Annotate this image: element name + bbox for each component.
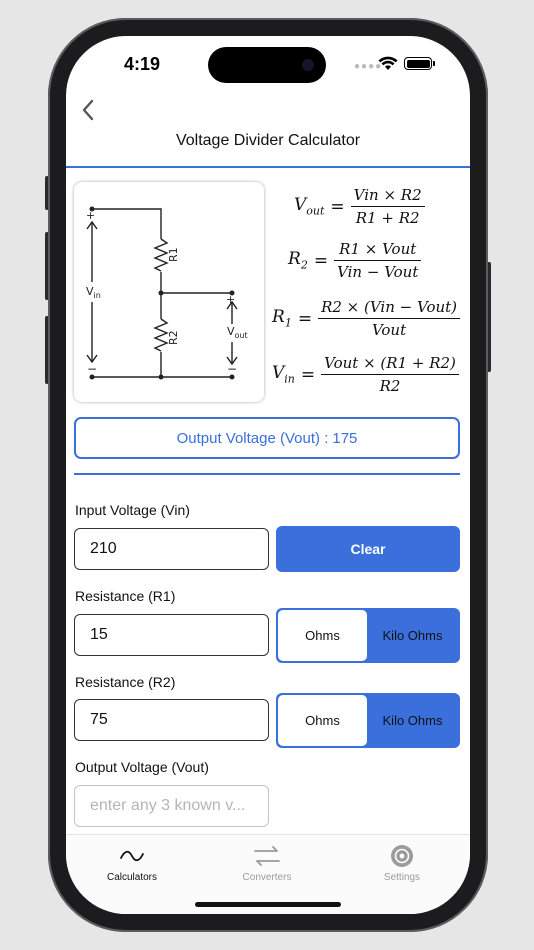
r1-label: Resistance (R1) [75,588,176,604]
arrows-swap-icon [253,843,281,869]
circuit-diagram: + − + − R1 R2 Vin Vout [74,182,264,402]
app-screen: 4:19 ●●●● Voltage Divider Calculator + −… [66,36,470,914]
battery-tip [433,61,435,66]
battery-icon [404,57,432,70]
r2-ohms-option[interactable]: Ohms [278,695,367,746]
vout-label: Output Voltage (Vout) [75,759,209,775]
formula-denominator: Vin − Vout [337,263,419,281]
formula-numerator: R2 × (Vin − Vout) [321,298,458,316]
r2-label: R2 [167,330,180,345]
formula-vout: Vout = Vin × R2 R1 + R2 [294,186,470,227]
vin-label: Vin [86,285,101,300]
formula-denominator: Vout [371,321,407,339]
formula-lhs: R2 [288,249,308,272]
formula-numerator: Vout × (R1 + R2) [324,354,456,372]
vin-label: Input Voltage (Vin) [75,502,190,518]
r2-unit-toggle: Ohms Kilo Ohms [276,693,460,748]
tab-label: Settings [383,872,421,883]
r1-kilo-ohms-option[interactable]: Kilo Ohms [367,610,458,661]
output-voltage-display: Output Voltage (Vout) : 175 [74,417,460,459]
formula-vin: Vin = Vout × (R1 + R2) R2 [272,354,468,395]
vout-minus-label: − [227,362,237,376]
vin-input[interactable]: 210 [74,528,269,570]
clear-button[interactable]: Clear [276,526,460,572]
formula-denominator: R1 + R2 [355,209,420,227]
r1-ohms-option[interactable]: Ohms [278,610,367,661]
dynamic-island [208,47,326,83]
formula-numerator: Vin × R2 [353,186,422,204]
header-divider [66,166,470,168]
tab-converters[interactable]: Converters [217,843,317,883]
gear-icon [390,843,414,869]
formula-numerator: R1 × Vout [339,240,417,258]
voltage-divider-schematic: + − + − R1 R2 Vin Vout [86,206,248,380]
home-indicator [195,902,341,907]
r2-input[interactable]: 75 [74,699,269,741]
section-divider [74,473,460,475]
wifi-icon [378,56,398,70]
tab-calculators[interactable]: Calculators [82,843,182,883]
tab-settings[interactable]: Settings [352,843,452,883]
formula-lhs: Vin [272,363,295,386]
r1-unit-toggle: Ohms Kilo Ohms [276,608,460,663]
chevron-left-icon [82,99,94,121]
r2-label: Resistance (R2) [75,674,176,690]
vin-plus-label: + [86,209,95,222]
back-button[interactable] [74,96,102,124]
vout-label: Vout [227,325,248,340]
formula-r1: R1 = R2 × (Vin − Vout) Vout [272,298,468,339]
status-time: 4:19 [124,54,161,74]
camera-icon [302,59,314,71]
formula-lhs: Vout [294,195,325,218]
output-value: 175 [332,429,358,447]
vin-minus-label: − [87,362,97,376]
r1-label: R1 [167,247,180,262]
output-label: Output Voltage (Vout) : [176,429,329,447]
formula-denominator: R2 [379,377,401,395]
tab-label: Calculators [106,872,158,883]
tab-label: Converters [242,872,292,883]
wave-icon [119,843,145,869]
formula-r2: R2 = R1 × Vout Vin − Vout [288,240,470,281]
formula-lhs: R1 [272,307,292,330]
formula-panel: Vout = Vin × R2 R1 + R2 R2 = R1 × Vout Vin… [268,178,464,406]
r2-kilo-ohms-option[interactable]: Kilo Ohms [367,695,458,746]
r1-input[interactable]: 15 [74,614,269,656]
vout-plus-label: + [226,293,235,306]
vout-input[interactable]: enter any 3 known v... [74,785,269,827]
page-title: Voltage Divider Calculator [175,132,361,149]
